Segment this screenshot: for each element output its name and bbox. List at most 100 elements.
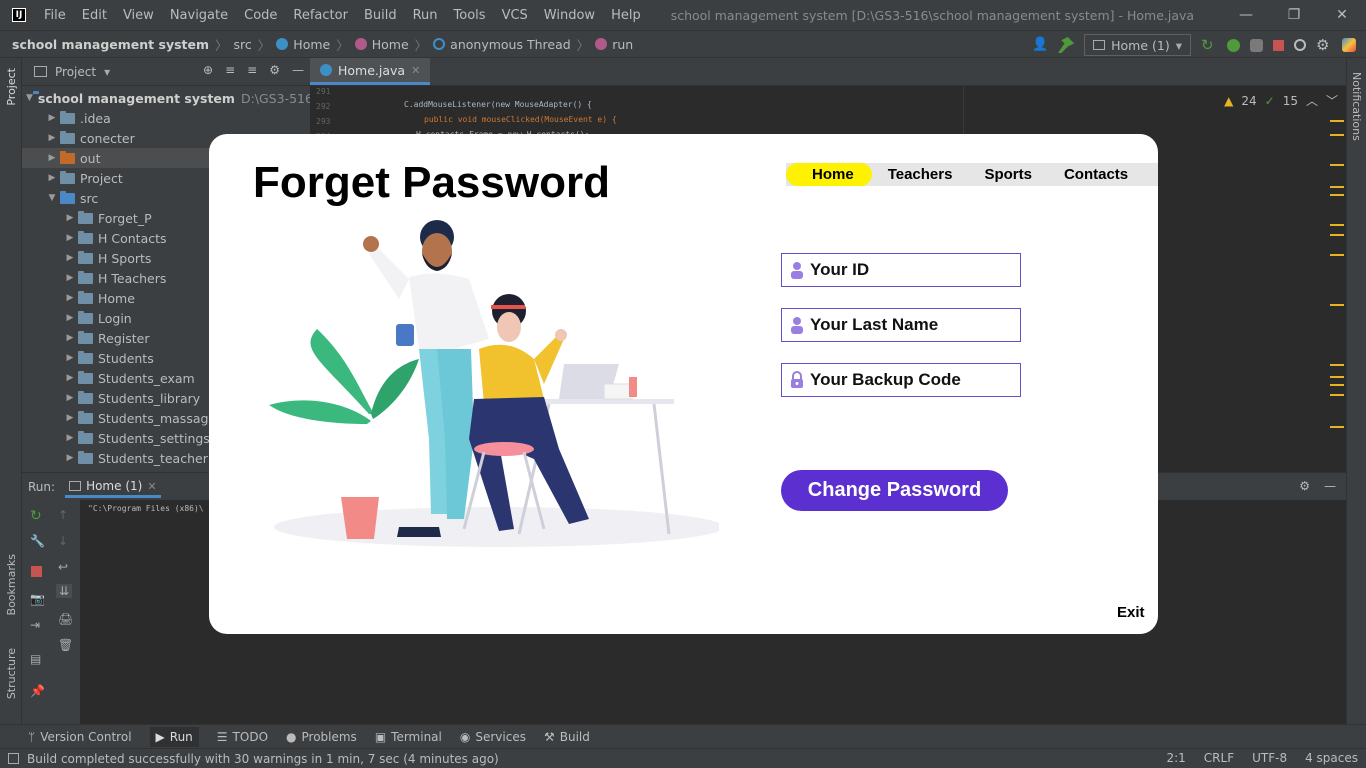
chevron-right-icon[interactable]: ▶ [62, 353, 78, 363]
rerun-icon[interactable]: ↻ [30, 508, 42, 524]
chevron-right-icon[interactable]: ▶ [62, 253, 78, 263]
stop-icon[interactable] [31, 566, 42, 577]
trash-icon[interactable]: 🗑 [58, 638, 73, 652]
menu-build[interactable]: Build [356, 8, 405, 23]
hide-icon[interactable]: — [292, 63, 304, 77]
menu-file[interactable]: File [36, 8, 74, 23]
tool-problems[interactable]: ● Problems [286, 730, 357, 744]
menu-code[interactable]: Code [236, 8, 285, 23]
minimize-button[interactable]: — [1222, 0, 1270, 30]
gear-icon[interactable]: ⚙ [1299, 479, 1310, 493]
tool-terminal[interactable]: ▣ Terminal [375, 730, 442, 744]
structure-tool-tab[interactable]: Structure [5, 648, 18, 699]
breadcrumb-src[interactable]: src [234, 37, 252, 52]
expand-all-icon[interactable]: ≡ [225, 63, 235, 77]
menu-refactor[interactable]: Refactor [285, 8, 356, 23]
run-tab-home[interactable]: Home (1) ✕ [65, 475, 161, 498]
backup-code-field[interactable]: Your Backup Code [781, 363, 1021, 397]
breadcrumb-file[interactable]: Home [293, 37, 330, 52]
toggle-panel-icon[interactable] [8, 753, 19, 764]
chevron-right-icon[interactable]: ▶ [44, 133, 60, 143]
search-icon[interactable] [1294, 39, 1306, 51]
chevron-down-icon[interactable]: ▼ [44, 193, 60, 203]
user-icon[interactable]: 👤 [1032, 37, 1048, 53]
menu-help[interactable]: Help [603, 8, 649, 23]
layout-icon[interactable]: ▤ [30, 652, 41, 666]
project-tool-tab[interactable]: Project [5, 68, 18, 106]
notifications-tool-tab[interactable]: Notifications [1350, 72, 1363, 141]
coverage-icon[interactable] [1250, 38, 1263, 52]
run-configuration-select[interactable]: Home (1) ▾ [1084, 34, 1191, 56]
tree-item[interactable]: ▶ .idea [22, 108, 310, 128]
chevron-right-icon[interactable]: ▶ [62, 273, 78, 283]
inspection-widget[interactable]: ▲ 24 ✓ 15 ︿ ﹀ [1224, 92, 1338, 109]
tree-root[interactable]: ▼ school management system D:\GS3-516\sc… [22, 88, 346, 108]
nav-sports[interactable]: Sports [968, 163, 1048, 186]
menu-run[interactable]: Run [405, 8, 446, 23]
close-icon[interactable]: ✕ [411, 64, 420, 77]
wrench-icon[interactable]: 🔧 [30, 534, 45, 548]
editor-tab-home-java[interactable]: Home.java ✕ [310, 58, 431, 85]
caret-position[interactable]: 2:1 [1166, 751, 1185, 765]
chevron-right-icon[interactable]: ▶ [62, 373, 78, 383]
chevron-right-icon[interactable]: ▶ [62, 313, 78, 323]
menu-view[interactable]: View [115, 8, 162, 23]
print-icon[interactable]: 🖨 [58, 612, 73, 626]
camera-icon[interactable]: 📷 [30, 592, 45, 606]
error-stripe[interactable] [1330, 120, 1344, 430]
chevron-right-icon[interactable]: ▶ [62, 293, 78, 303]
chevron-down-icon[interactable]: ﹀ [1326, 92, 1338, 109]
bookmarks-tool-tab[interactable]: Bookmarks [5, 554, 18, 615]
pin-icon[interactable]: 📌 [30, 684, 45, 698]
chevron-right-icon[interactable]: ▶ [62, 333, 78, 343]
chevron-right-icon[interactable]: ▶ [62, 413, 78, 423]
nav-teachers[interactable]: Teachers [872, 163, 969, 186]
gear-icon[interactable]: ⚙ [269, 63, 280, 77]
chevron-down-icon[interactable]: ▼ [26, 93, 33, 103]
close-icon[interactable]: ✕ [147, 480, 156, 493]
close-window-button[interactable]: ✕ [1318, 0, 1366, 30]
status-message[interactable]: Build completed successfully with 30 war… [27, 752, 499, 766]
chevron-right-icon[interactable]: ▶ [62, 233, 78, 243]
chevron-right-icon[interactable]: ▶ [62, 213, 78, 223]
stop-icon[interactable] [1273, 39, 1284, 51]
chevron-right-icon[interactable]: ▶ [44, 173, 60, 183]
menu-tools[interactable]: Tools [446, 8, 494, 23]
tool-run[interactable]: ▶ Run [149, 726, 199, 747]
build-hammer-icon[interactable] [1058, 37, 1075, 53]
scroll-end-icon[interactable]: ⇊ [56, 584, 73, 598]
jetbrains-icon[interactable] [1342, 38, 1356, 52]
chevron-down-icon[interactable]: ▾ [104, 65, 110, 79]
breadcrumb-project[interactable]: school management system [12, 37, 209, 52]
tool-build[interactable]: ⚒ Build [544, 730, 590, 744]
arrow-down-icon[interactable]: ↓ [58, 534, 68, 548]
chevron-right-icon[interactable]: ▶ [44, 153, 60, 163]
menu-navigate[interactable]: Navigate [162, 8, 236, 23]
last-name-field[interactable]: Your Last Name [781, 308, 1021, 342]
exit-button[interactable]: Exit [1117, 604, 1145, 621]
exit-icon[interactable]: ⇥ [30, 618, 40, 632]
locate-icon[interactable]: ⊕ [203, 63, 213, 77]
change-password-button[interactable]: Change Password [781, 470, 1008, 511]
id-field[interactable]: Your ID [781, 253, 1021, 287]
collapse-all-icon[interactable]: ≡ [247, 63, 257, 77]
file-encoding[interactable]: UTF-8 [1252, 751, 1287, 765]
debug-icon[interactable] [1227, 38, 1240, 52]
breadcrumb-method[interactable]: run [612, 37, 633, 52]
chevron-right-icon[interactable]: ▶ [62, 393, 78, 403]
chevron-right-icon[interactable]: ▶ [44, 113, 60, 123]
restore-button[interactable]: ❐ [1270, 0, 1318, 30]
arrow-up-icon[interactable]: ↑ [58, 508, 68, 522]
tool-services[interactable]: ◉ Services [460, 730, 526, 744]
chevron-right-icon[interactable]: ▶ [62, 433, 78, 443]
tool-version-control[interactable]: ᛘ Version Control [28, 730, 132, 744]
nav-contacts[interactable]: Contacts [1048, 163, 1144, 186]
menu-window[interactable]: Window [536, 8, 603, 23]
soft-wrap-icon[interactable]: ↩ [58, 560, 68, 574]
hide-icon[interactable]: — [1324, 479, 1336, 493]
breadcrumb-thread[interactable]: anonymous Thread [450, 37, 571, 52]
chevron-up-icon[interactable]: ︿ [1306, 92, 1318, 109]
chevron-right-icon[interactable]: ▶ [62, 453, 78, 463]
project-panel-title[interactable]: Project [55, 65, 96, 79]
tool-todo[interactable]: ☰ TODO [217, 730, 268, 744]
